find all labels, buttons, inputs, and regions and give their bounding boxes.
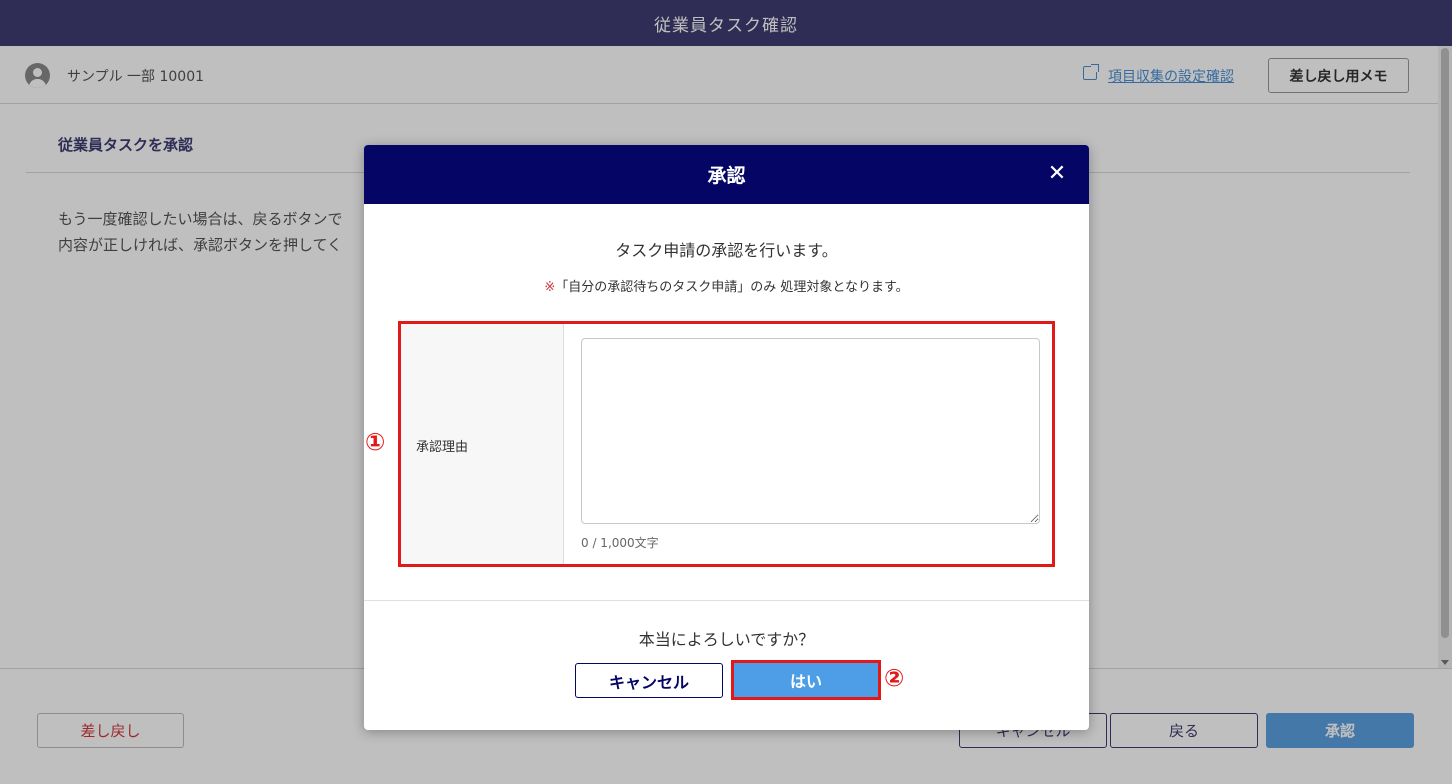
dialog-message: タスク申請の承認を行います。 (615, 241, 838, 260)
note-text: 「自分の承認待ちのタスク申請」のみ 処理対象となります。 (555, 280, 909, 295)
dialog-header: 承認 ✕ (364, 145, 1089, 204)
approval-reason-form: 承認理由 0 / 1,000文字 (398, 321, 1055, 567)
approval-reason-label: 承認理由 (416, 440, 469, 455)
close-icon[interactable]: ✕ (1045, 162, 1069, 186)
yes-button-highlight: はい (731, 660, 881, 700)
note-mark: ※ (544, 280, 556, 295)
dialog-title: 承認 (707, 165, 746, 187)
annotation-marker-1: ① (365, 428, 386, 456)
confirm-question: 本当によろしいですか？ (638, 630, 815, 649)
approval-reason-input[interactable] (581, 338, 1040, 524)
yes-button[interactable]: はい (734, 663, 878, 697)
dialog-note: ※「自分の承認待ちのタスク申請」のみ 処理対象となります。 (364, 276, 1089, 295)
dialog-cancel-button[interactable]: キャンセル (575, 663, 723, 698)
char-count: 0 / 1,000文字 (581, 536, 659, 550)
field-label-cell: 承認理由 (401, 324, 564, 564)
dialog-divider (364, 600, 1089, 601)
annotation-marker-2: ② (884, 664, 905, 692)
approval-dialog: 承認 ✕ タスク申請の承認を行います。 ※「自分の承認待ちのタスク申請」のみ 処… (364, 145, 1089, 730)
